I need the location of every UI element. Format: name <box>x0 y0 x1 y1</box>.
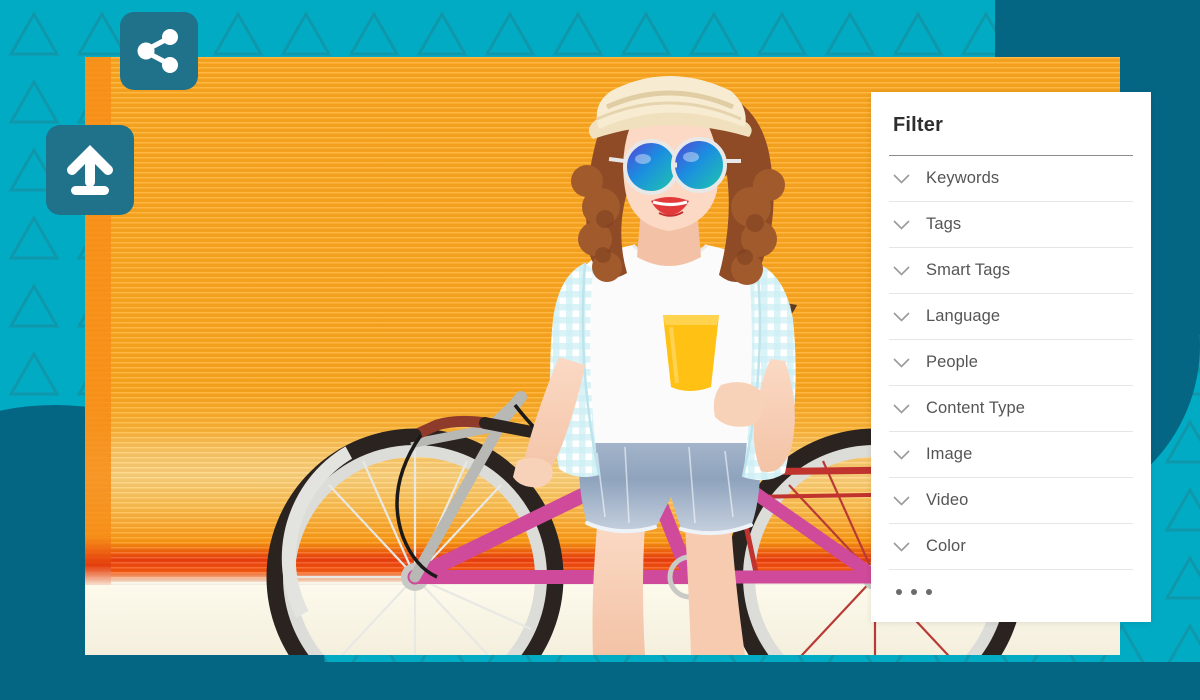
filter-row-label: People <box>926 353 978 371</box>
chevron-down-icon <box>893 311 910 322</box>
filter-row-video[interactable]: Video <box>889 478 1133 524</box>
filter-row-label: Video <box>926 491 969 509</box>
filter-panel-title: Filter <box>893 114 944 136</box>
filter-panel: Filter Keywords Tags Smart Tags Language Peo… <box>871 92 1151 622</box>
filter-row-label: Image <box>926 445 973 463</box>
filter-row-language[interactable]: Language <box>889 294 1133 340</box>
filter-list: Keywords Tags Smart Tags Language People Cont… <box>889 156 1133 570</box>
filter-row-label: Language <box>926 307 1001 325</box>
filter-more-button[interactable] <box>889 570 1133 595</box>
upload-button[interactable] <box>46 125 134 215</box>
filter-row-content-type[interactable]: Content Type <box>889 386 1133 432</box>
chevron-down-icon <box>893 449 910 460</box>
upload-icon <box>67 145 113 195</box>
filter-row-color[interactable]: Color <box>889 524 1133 570</box>
chevron-down-icon <box>893 265 910 276</box>
more-dot-icon <box>926 589 932 595</box>
share-button[interactable] <box>120 12 198 90</box>
filter-row-keywords[interactable]: Keywords <box>889 156 1133 202</box>
share-icon <box>137 29 178 73</box>
more-dot-icon <box>911 589 917 595</box>
filter-row-smart-tags[interactable]: Smart Tags <box>889 248 1133 294</box>
filter-row-label: Smart Tags <box>926 261 1011 279</box>
chevron-down-icon <box>893 495 910 506</box>
decor-bottom-bar <box>0 662 1200 700</box>
filter-row-label: Keywords <box>926 169 1000 187</box>
filter-row-people[interactable]: People <box>889 340 1133 386</box>
chevron-down-icon <box>893 173 910 184</box>
chevron-down-icon <box>893 541 910 552</box>
chevron-down-icon <box>893 403 910 414</box>
filter-row-tags[interactable]: Tags <box>889 202 1133 248</box>
filter-row-label: Tags <box>926 215 962 233</box>
chevron-down-icon <box>893 219 910 230</box>
filter-row-image[interactable]: Image <box>889 432 1133 478</box>
filter-row-label: Color <box>926 537 966 555</box>
more-dot-icon <box>896 589 902 595</box>
chevron-down-icon <box>893 357 910 368</box>
filter-row-label: Content Type <box>926 399 1026 417</box>
app-canvas: Filter Keywords Tags Smart Tags Language Peo… <box>0 0 1200 700</box>
